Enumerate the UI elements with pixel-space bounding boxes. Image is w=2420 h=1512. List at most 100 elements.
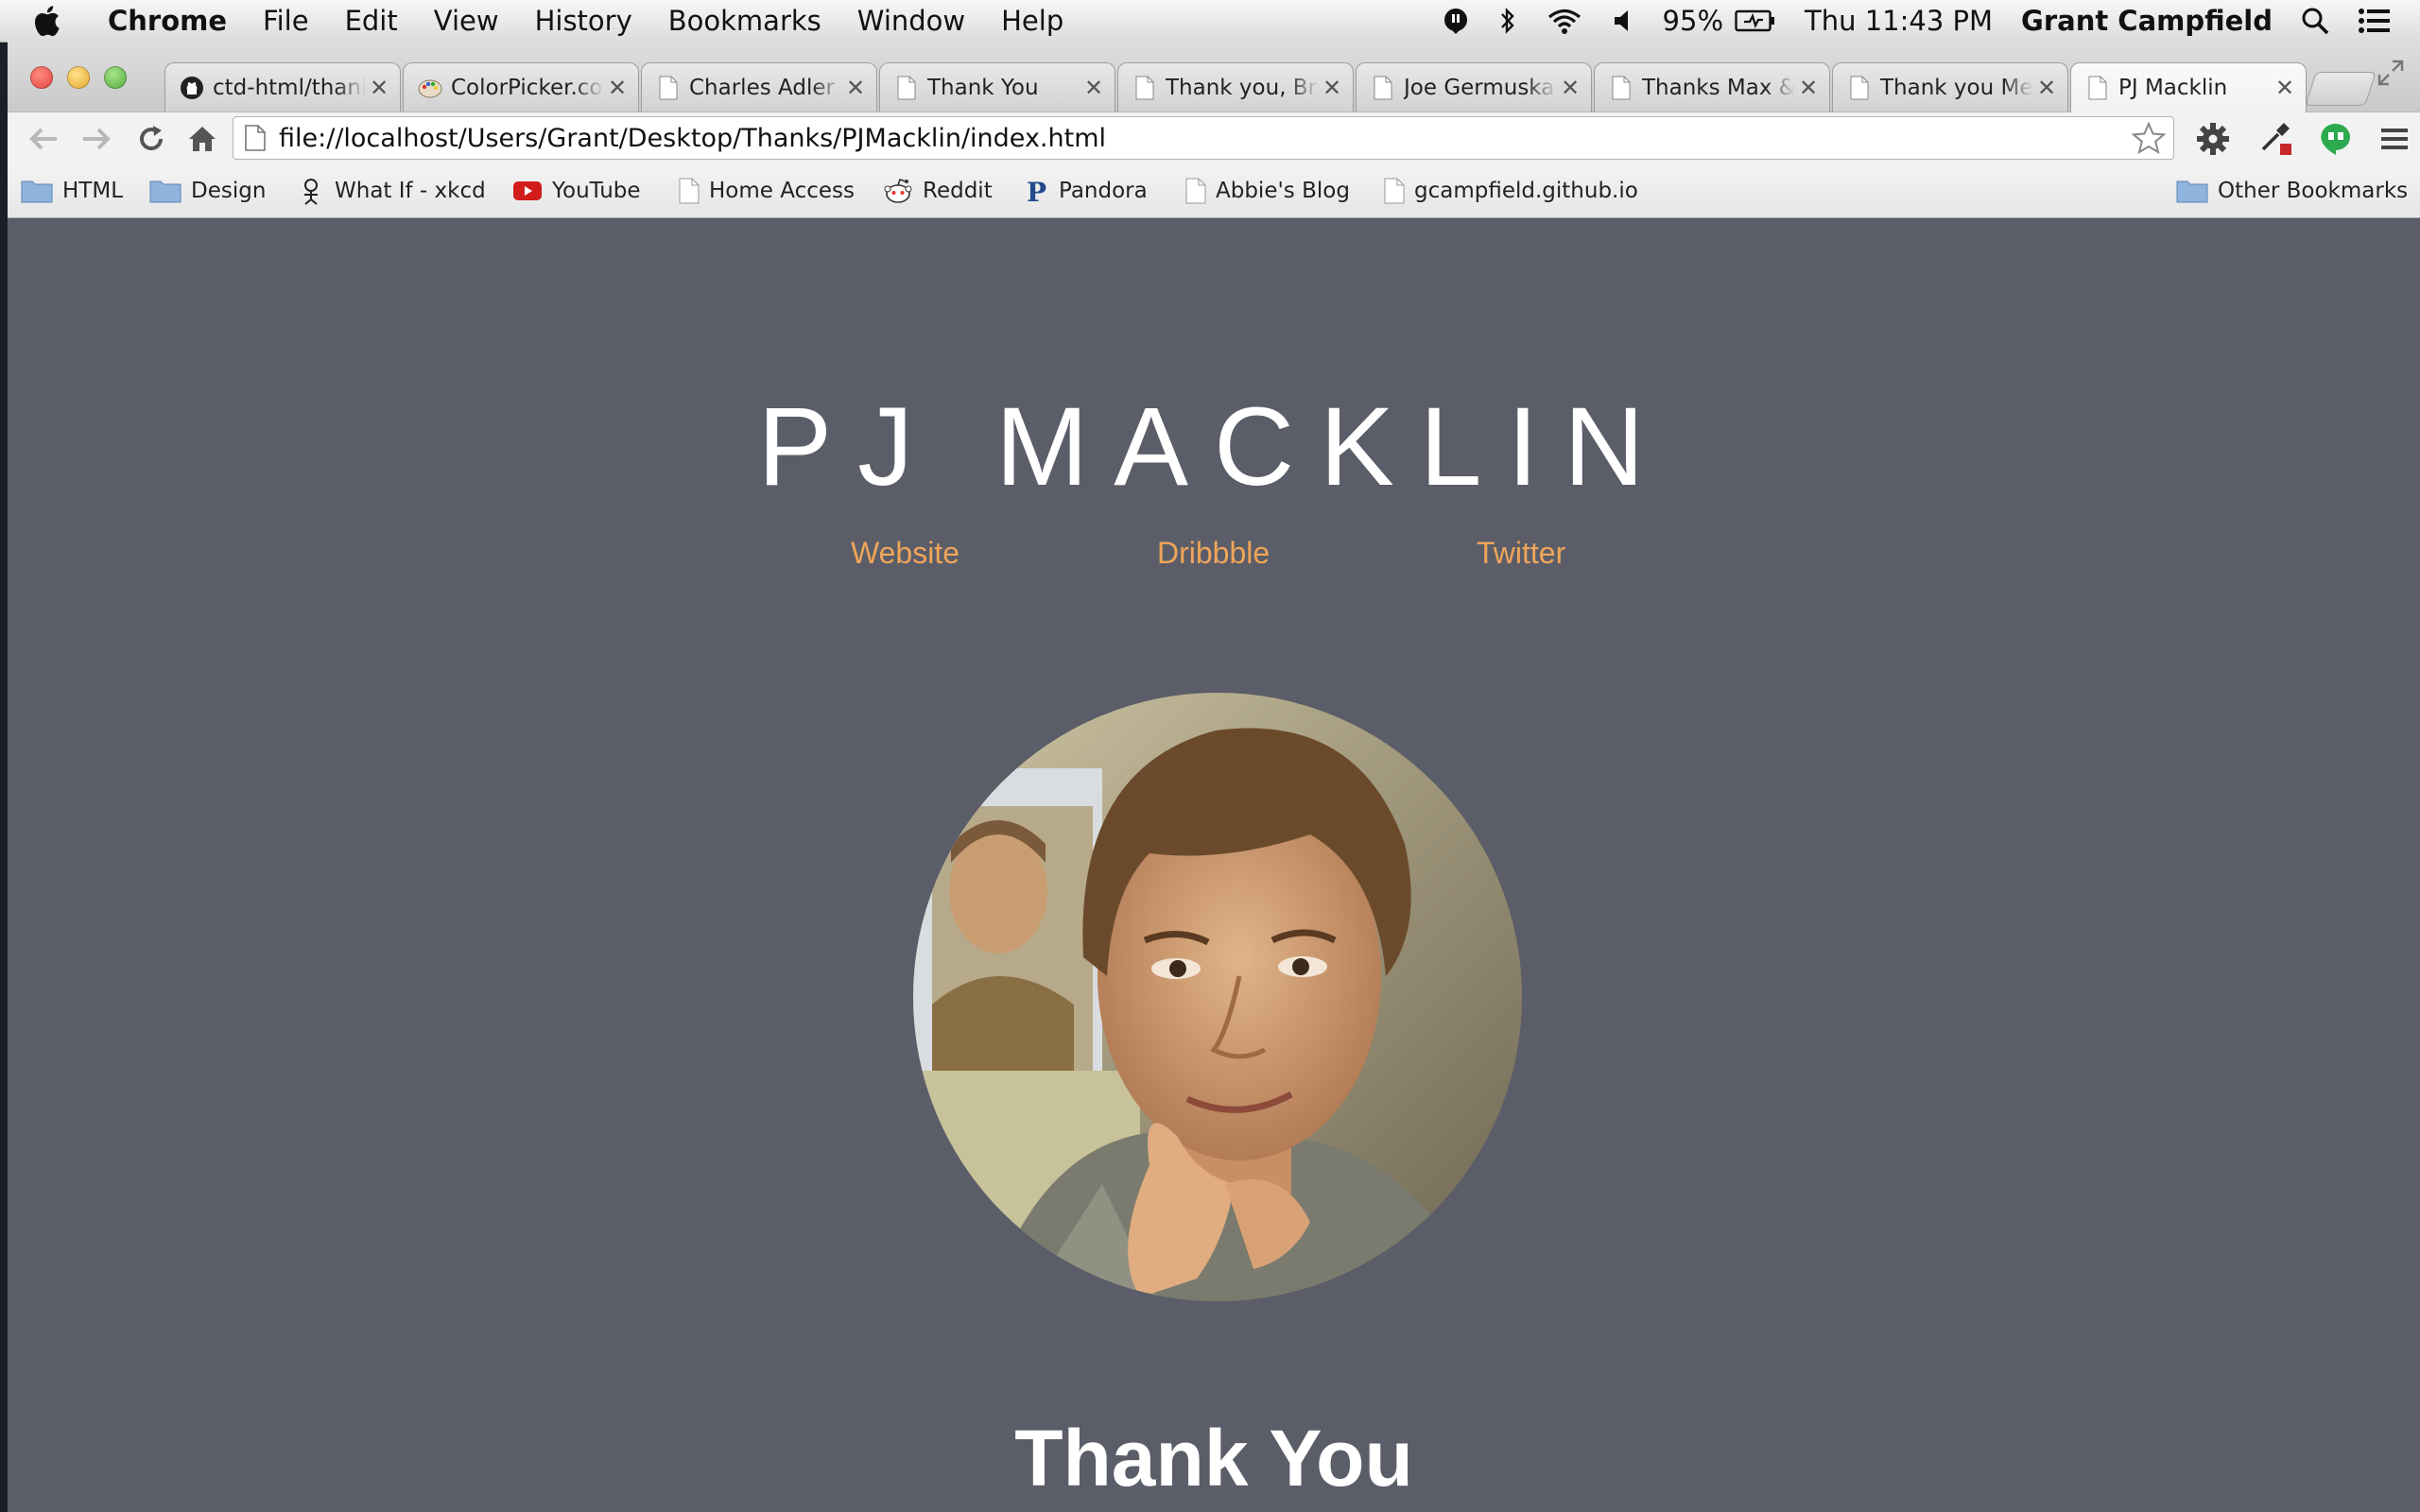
bookmark-pandora[interactable]: P Pandora bbox=[1025, 164, 1148, 217]
palette-icon bbox=[417, 75, 443, 101]
tab-close-icon[interactable]: ✕ bbox=[366, 75, 392, 101]
tab-thank-you-br[interactable]: Thank you, Br ✕ bbox=[1117, 62, 1354, 112]
bookmark-label: What If - xkcd bbox=[335, 179, 486, 203]
tab-pj-macklin[interactable]: PJ Macklin ✕ bbox=[2070, 62, 2307, 112]
tab-close-icon[interactable]: ✕ bbox=[1080, 75, 1107, 101]
reddit-icon bbox=[883, 178, 913, 204]
fullscreen-icon[interactable] bbox=[2377, 59, 2405, 91]
settings-gear-icon[interactable] bbox=[2195, 121, 2231, 157]
bookmark-other-bookmarks[interactable]: Other Bookmarks bbox=[2176, 164, 2408, 217]
menubar-user-name[interactable]: Grant Campfield bbox=[2021, 5, 2273, 37]
document-icon bbox=[1185, 178, 1206, 204]
bookmark-html[interactable]: HTML bbox=[21, 164, 123, 217]
tab-thanks-max[interactable]: Thanks Max & ✕ bbox=[1594, 62, 1830, 112]
folder-icon bbox=[149, 179, 182, 203]
document-icon bbox=[893, 75, 920, 101]
notification-center-icon[interactable] bbox=[2358, 7, 2392, 35]
tab-close-icon[interactable]: ✕ bbox=[2033, 75, 2060, 101]
twitter-link[interactable]: Twitter bbox=[1477, 536, 1565, 571]
menu-help[interactable]: Help bbox=[1001, 5, 1063, 37]
bookmark-youtube[interactable]: YouTube bbox=[512, 164, 641, 217]
tab-ctd-html[interactable]: ctd-html/thanks ✕ bbox=[164, 62, 401, 112]
new-tab-button[interactable] bbox=[2305, 72, 2377, 106]
hangouts-icon[interactable] bbox=[2318, 121, 2354, 157]
menu-view[interactable]: View bbox=[434, 5, 499, 37]
bookmark-design[interactable]: Design bbox=[149, 164, 266, 217]
bookmark-label: Abbie's Blog bbox=[1216, 179, 1350, 203]
website-link[interactable]: Website bbox=[851, 536, 959, 571]
macos-menu-bar: Chrome File Edit View History Bookmarks … bbox=[0, 0, 2420, 43]
tab-close-icon[interactable]: ✕ bbox=[842, 75, 869, 101]
battery-icon[interactable] bbox=[1735, 9, 1776, 33]
bookmark-label: Pandora bbox=[1059, 179, 1148, 203]
home-icon[interactable] bbox=[185, 122, 219, 156]
tab-close-icon[interactable]: ✕ bbox=[2272, 75, 2298, 101]
bookmark-label: Reddit bbox=[923, 179, 993, 203]
tab-strip: ctd-html/thanks ✕ ColorPicker.com ✕ Char… bbox=[8, 42, 2420, 112]
tab-charles-adler[interactable]: Charles Adler ✕ bbox=[641, 62, 877, 112]
wifi-icon[interactable] bbox=[1546, 7, 1583, 35]
bookmark-label: YouTube bbox=[552, 179, 641, 203]
menubar-clock[interactable]: Thu 11:43 PM bbox=[1805, 5, 1993, 37]
tab-title: Thank you, Br bbox=[1166, 75, 1318, 100]
menu-file[interactable]: File bbox=[263, 5, 309, 37]
svg-text:P: P bbox=[1027, 177, 1046, 205]
tab-close-icon[interactable]: ✕ bbox=[1557, 75, 1583, 101]
menu-edit[interactable]: Edit bbox=[345, 5, 398, 37]
dribbble-link[interactable]: Dribbble bbox=[1157, 536, 1270, 571]
bookmark-abbies-blog[interactable]: Abbie's Blog bbox=[1185, 164, 1350, 217]
volume-icon[interactable] bbox=[1612, 7, 1634, 35]
zoom-window-button[interactable] bbox=[104, 66, 127, 89]
tab-title: PJ Macklin bbox=[2118, 76, 2228, 100]
reload-icon[interactable] bbox=[134, 122, 168, 156]
tab-thank-you[interactable]: Thank You ✕ bbox=[879, 62, 1115, 112]
status-alert-icon[interactable] bbox=[1442, 7, 1470, 35]
menu-app-chrome[interactable]: Chrome bbox=[108, 5, 227, 37]
spotlight-search-icon[interactable] bbox=[2301, 7, 2329, 35]
menu-bookmarks[interactable]: Bookmarks bbox=[668, 5, 821, 37]
document-icon bbox=[655, 75, 682, 101]
document-icon bbox=[2084, 75, 2111, 101]
tab-title: ColorPicker.com bbox=[451, 75, 604, 100]
pandora-icon: P bbox=[1025, 177, 1049, 205]
menu-history[interactable]: History bbox=[535, 5, 632, 37]
chrome-menu-icon[interactable] bbox=[2377, 121, 2412, 157]
address-bar[interactable]: file://localhost/Users/Grant/Desktop/Tha… bbox=[233, 116, 2174, 160]
tab-close-icon[interactable]: ✕ bbox=[1319, 75, 1345, 101]
bookmark-label: gcampfield.github.io bbox=[1414, 179, 1638, 203]
tab-close-icon[interactable]: ✕ bbox=[604, 75, 631, 101]
back-button-icon[interactable] bbox=[26, 122, 60, 156]
tab-title: Thanks Max & bbox=[1642, 75, 1795, 100]
forward-button-icon[interactable] bbox=[79, 122, 113, 156]
apple-menu-icon[interactable] bbox=[32, 5, 81, 37]
eyedropper-extension-icon[interactable] bbox=[2257, 121, 2293, 157]
document-icon bbox=[1384, 178, 1405, 204]
page-title-name: PJ MACKLIN bbox=[757, 385, 1670, 509]
tab-joe-germuska[interactable]: Joe Germuska ✕ bbox=[1356, 62, 1592, 112]
github-icon bbox=[179, 75, 205, 101]
battery-percent[interactable]: 95% bbox=[1663, 5, 1723, 37]
bookmark-reddit[interactable]: Reddit bbox=[883, 164, 993, 217]
bookmark-star-icon[interactable] bbox=[2132, 122, 2166, 154]
bluetooth-icon[interactable] bbox=[1498, 7, 1517, 35]
folder-icon bbox=[21, 179, 53, 203]
document-icon bbox=[1370, 75, 1396, 101]
bookmark-label: Other Bookmarks bbox=[2218, 179, 2409, 203]
bookmark-gcampfield[interactable]: gcampfield.github.io bbox=[1384, 164, 1638, 217]
tab-title: Thank you Me bbox=[1880, 75, 2033, 100]
bookmark-label: Home Access bbox=[709, 179, 855, 203]
document-icon bbox=[679, 178, 700, 204]
menu-window[interactable]: Window bbox=[857, 5, 965, 37]
page-document-icon bbox=[245, 125, 266, 151]
tab-thank-you-me[interactable]: Thank you Me ✕ bbox=[1832, 62, 2068, 112]
bookmark-what-if-xkcd[interactable]: What If - xkcd bbox=[297, 164, 486, 217]
thank-you-heading: Thank You bbox=[1014, 1414, 1413, 1503]
window-controls bbox=[30, 66, 141, 89]
tab-title: Joe Germuska bbox=[1404, 75, 1555, 100]
close-window-button[interactable] bbox=[30, 66, 53, 89]
minimize-window-button[interactable] bbox=[67, 66, 90, 89]
bookmark-home-access[interactable]: Home Access bbox=[679, 164, 855, 217]
tab-colorpicker[interactable]: ColorPicker.com ✕ bbox=[403, 62, 639, 112]
tab-close-icon[interactable]: ✕ bbox=[1795, 75, 1822, 101]
address-url[interactable]: file://localhost/Users/Grant/Desktop/Tha… bbox=[279, 124, 2132, 153]
